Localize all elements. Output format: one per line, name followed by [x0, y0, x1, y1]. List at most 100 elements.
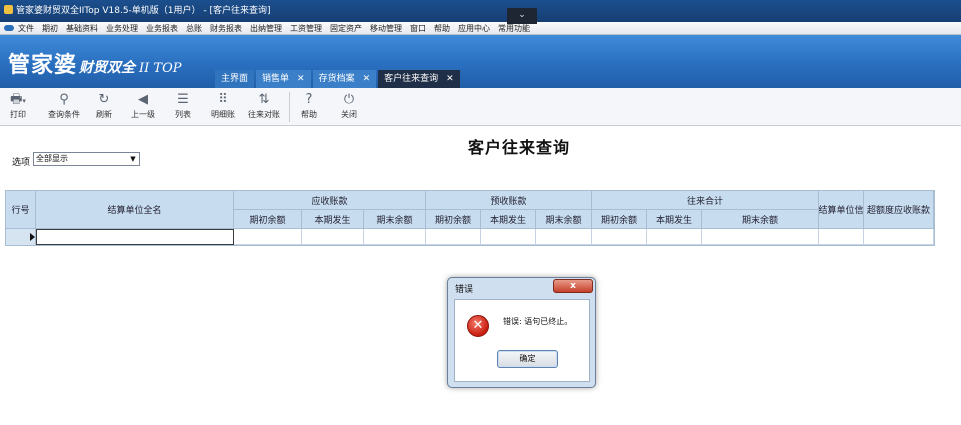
tab-sales-order-label: 销售单 — [262, 74, 290, 84]
tab-inventory-label: 存货档案 — [318, 74, 355, 84]
menu-bar: 文件 期初 基础资料 业务处理 业务报表 总账 财务报表 出纳管理 工资管理 固定资产 移动管理 窗口… — [0, 22, 961, 35]
tab-customer-query-label: 客户往来查询 — [384, 74, 439, 84]
printer-icon: 🖶▾ — [10, 92, 26, 107]
table-cell[interactable] — [592, 229, 647, 245]
app-icon — [4, 5, 13, 14]
menu-payroll[interactable]: 工资管理 — [290, 24, 322, 33]
error-icon: ✕ — [467, 315, 489, 337]
table-cell[interactable] — [234, 229, 302, 245]
error-message: 错误: 语句已终止。 — [503, 317, 573, 326]
filter-value: 全部显示 — [36, 154, 68, 163]
row-indicator[interactable] — [6, 229, 36, 245]
brand-logo: 管家婆 财贸双全 II TOP — [8, 47, 182, 79]
table-cell[interactable] — [364, 229, 426, 245]
menu-app-center[interactable]: 应用中心 — [458, 24, 490, 33]
table-cell[interactable] — [36, 229, 234, 245]
refresh-label: 刷新 — [96, 110, 112, 119]
tab-main-label: 主界面 — [221, 74, 249, 84]
col-total-current[interactable]: 本期发生 — [647, 210, 702, 229]
col-unit-info[interactable]: 结算单位信 — [819, 191, 864, 229]
chevron-down-icon[interactable]: ▼ — [127, 153, 139, 165]
close-button[interactable]: ⏻ 关闭 — [336, 91, 362, 120]
tab-customer-query[interactable]: 客户往来查询 ✕ — [378, 70, 460, 88]
menu-window[interactable]: 窗口 — [410, 24, 426, 33]
menu-cashier[interactable]: 出纳管理 — [250, 24, 282, 33]
print-button[interactable]: 🖶▾ 打印 — [3, 91, 33, 120]
col-row-number[interactable]: 行号 — [6, 191, 36, 229]
error-dialog: 错误 x ✕ 错误: 语句已终止。 确定 — [447, 277, 596, 388]
list-button[interactable]: ☰ 列表 — [170, 91, 196, 120]
grid-icon: ⠿ — [218, 92, 228, 107]
power-icon: ⏻ — [343, 92, 355, 107]
data-grid: 行号 结算单位全名 应收账款 预收账款 往来合计 结算单位信 超额度应收账款 期… — [5, 190, 935, 246]
arrow-left-icon: ◀ — [138, 92, 148, 107]
tab-inventory[interactable]: 存货档案 ✕ — [312, 70, 377, 88]
ok-button[interactable]: 确定 — [497, 350, 558, 368]
menu-help[interactable]: 帮助 — [434, 24, 450, 33]
menu-business-reports[interactable]: 业务报表 — [146, 24, 178, 33]
col-prereceived-closing[interactable]: 期末余额 — [536, 210, 592, 229]
menu-business[interactable]: 业务处理 — [106, 24, 138, 33]
ribbon-collapse-button[interactable]: ⌄ — [507, 8, 537, 24]
list-icon: ☰ — [177, 92, 189, 107]
reconciliation-label: 往来对账 — [248, 110, 280, 119]
page-title: 客户往来查询 — [468, 138, 571, 157]
table-cell[interactable] — [647, 229, 702, 245]
logo-sub: II TOP — [139, 61, 182, 76]
table-cell[interactable] — [702, 229, 819, 245]
col-receivable-opening[interactable]: 期初余额 — [234, 210, 302, 229]
col-receivable-current[interactable]: 本期发生 — [302, 210, 364, 229]
toolbar: 🖶▾ 打印 ⚲ 查询条件 ↻ 刷新 ◀ 上一级 ☰ 列表 ⠿ 明细账 ⇅ 往来对… — [0, 88, 961, 126]
query-conditions-button[interactable]: ⚲ 查询条件 — [44, 91, 84, 120]
help-label: 帮助 — [301, 110, 317, 119]
table-cell[interactable] — [302, 229, 364, 245]
menu-app-icon[interactable] — [4, 25, 14, 31]
menu-fixed-assets[interactable]: 固定资产 — [330, 24, 362, 33]
table-cell[interactable] — [481, 229, 536, 245]
refresh-button[interactable]: ↻ 刷新 — [91, 91, 117, 120]
close-icon[interactable]: ✕ — [297, 70, 305, 88]
up-level-label: 上一级 — [131, 110, 155, 119]
col-receivable-closing[interactable]: 期末余额 — [364, 210, 426, 229]
dialog-body: ✕ 错误: 语句已终止。 确定 — [454, 299, 590, 382]
help-icon: ? — [305, 92, 313, 107]
table-cell[interactable] — [426, 229, 481, 245]
table-cell[interactable] — [864, 229, 934, 245]
menu-financial-reports[interactable]: 财务报表 — [210, 24, 242, 33]
logo-mid: 财贸双全 — [79, 60, 136, 76]
menu-basic-data[interactable]: 基础资料 — [66, 24, 98, 33]
up-level-button[interactable]: ◀ 上一级 — [128, 91, 158, 120]
table-cell[interactable] — [536, 229, 592, 245]
menu-opening[interactable]: 期初 — [42, 24, 58, 33]
col-unit-name[interactable]: 结算单位全名 — [36, 191, 234, 229]
detail-ledger-button[interactable]: ⠿ 明细账 — [207, 91, 239, 120]
toolbar-separator — [289, 92, 290, 122]
menu-general-ledger[interactable]: 总账 — [186, 24, 202, 33]
help-button[interactable]: ? 帮助 — [296, 91, 322, 120]
menu-common-functions[interactable]: 常用功能 — [498, 24, 530, 33]
col-prereceived-current[interactable]: 本期发生 — [481, 210, 536, 229]
table-cell[interactable] — [819, 229, 864, 245]
filter-label: 选项 — [12, 158, 31, 168]
detail-ledger-label: 明细账 — [211, 110, 235, 119]
col-prereceived-opening[interactable]: 期初余额 — [426, 210, 481, 229]
col-total-closing[interactable]: 期末余额 — [702, 210, 819, 229]
document-tabs: 主界面 销售单 ✕ 存货档案 ✕ 客户往来查询 ✕ — [215, 68, 462, 88]
col-group-total: 往来合计 — [592, 191, 819, 210]
print-label: 打印 — [10, 110, 26, 119]
close-icon[interactable]: ✕ — [446, 70, 454, 88]
refresh-icon: ↻ — [98, 92, 110, 107]
reconciliation-button[interactable]: ⇅ 往来对账 — [244, 91, 284, 120]
col-group-receivable: 应收账款 — [234, 191, 426, 210]
tab-sales-order[interactable]: 销售单 ✕ — [256, 70, 311, 88]
close-icon[interactable]: ✕ — [363, 70, 371, 88]
menu-file[interactable]: 文件 — [18, 24, 34, 33]
col-total-opening[interactable]: 期初余额 — [592, 210, 647, 229]
logo-main: 管家婆 — [8, 52, 78, 78]
dialog-close-button[interactable]: x — [553, 279, 593, 293]
col-over-limit[interactable]: 超额度应收账款 — [864, 191, 934, 229]
filter-select[interactable]: 全部显示 ▼ — [33, 152, 140, 166]
menu-mobile[interactable]: 移动管理 — [370, 24, 402, 33]
tab-main[interactable]: 主界面 — [215, 70, 255, 88]
list-label: 列表 — [175, 110, 191, 119]
